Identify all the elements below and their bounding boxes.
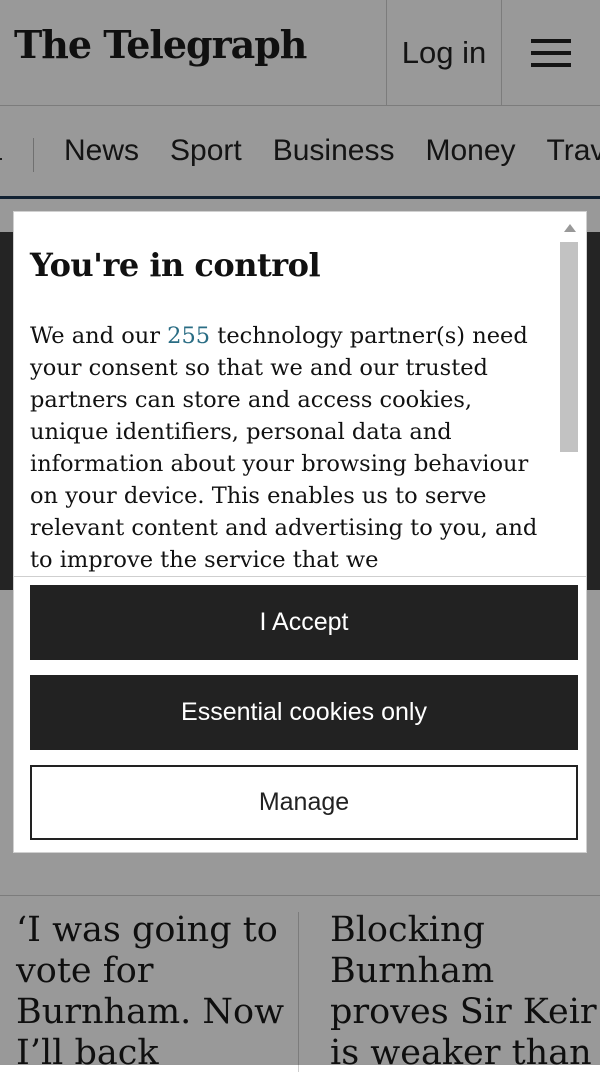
manage-button[interactable]: Manage — [30, 765, 578, 840]
partner-count-link[interactable]: 255 — [167, 323, 210, 349]
dialog-divider — [14, 576, 586, 577]
consent-scrollbar[interactable] — [560, 220, 578, 574]
accept-button[interactable]: I Accept — [30, 585, 578, 660]
consent-body-prefix: We and our — [30, 323, 168, 349]
scroll-up-arrow-icon[interactable] — [564, 224, 576, 232]
scrollbar-thumb[interactable] — [560, 242, 578, 452]
consent-body-text: technology partner(s) need your consent … — [30, 323, 538, 573]
consent-dialog: You're in control We and our 255 technol… — [14, 212, 586, 852]
essential-cookies-button[interactable]: Essential cookies only — [30, 675, 578, 750]
consent-body: We and our 255 technology partner(s) nee… — [30, 320, 542, 576]
consent-scroll-area[interactable]: You're in control We and our 255 technol… — [14, 212, 586, 576]
consent-title: You're in control — [30, 246, 321, 284]
